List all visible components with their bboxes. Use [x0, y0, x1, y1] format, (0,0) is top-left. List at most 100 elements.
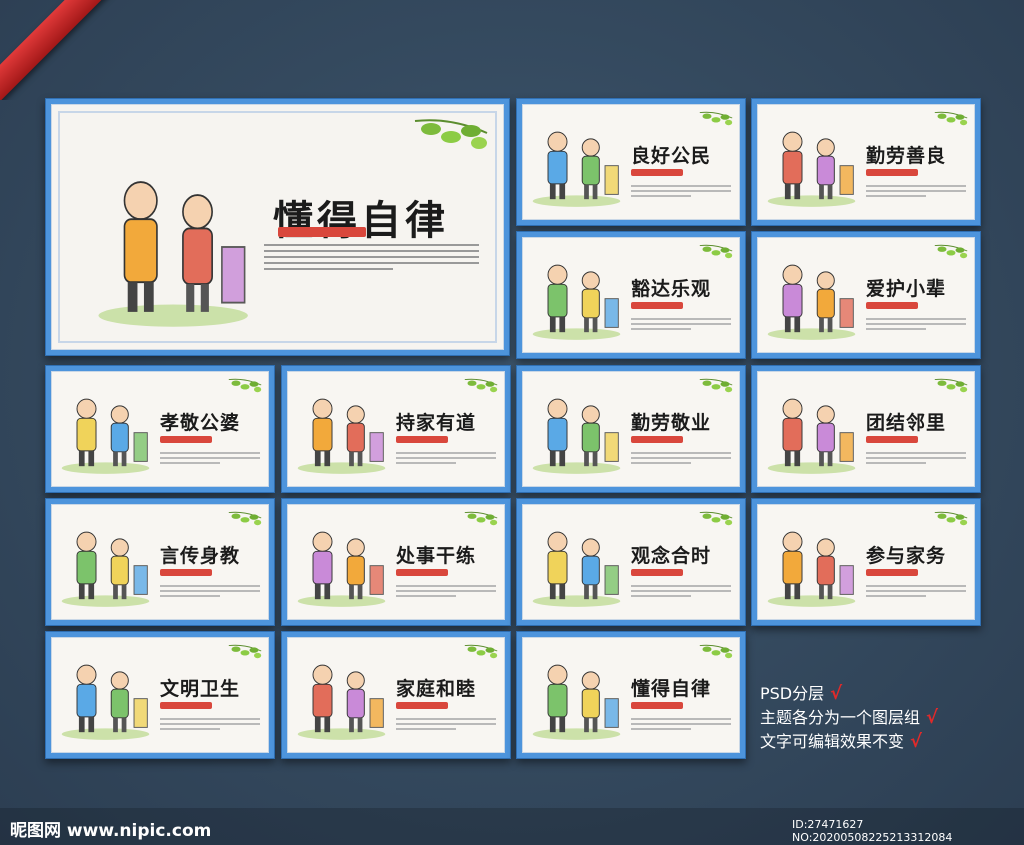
poster-canvas: 家庭和睦	[287, 637, 505, 753]
subtitle-bar	[631, 568, 683, 576]
subtitle-bar	[396, 701, 448, 709]
poster-canvas: 懂得自律	[51, 104, 504, 350]
body-text-lines	[631, 717, 731, 733]
poster-canvas: 豁达乐观	[522, 237, 740, 353]
cartoon-illustration	[767, 531, 856, 607]
body-text-lines	[263, 244, 479, 274]
check-icon: √	[830, 683, 843, 704]
poster-panel[interactable]: 勤劳敬业	[516, 365, 746, 493]
poster-title: 家庭和睦	[396, 678, 477, 701]
corner-ribbon	[0, 0, 120, 100]
poster-panel[interactable]: 良好公民	[516, 98, 746, 226]
leaf-icon	[699, 511, 733, 526]
subtitle-bar	[396, 435, 448, 443]
cartoon-illustration	[297, 398, 386, 474]
subtitle-bar	[631, 701, 683, 709]
note-text: 主题各分为一个图层组	[760, 708, 921, 727]
body-text-lines	[866, 317, 966, 333]
poster-canvas: 孝敬公婆	[51, 371, 269, 487]
cartoon-illustration	[61, 531, 150, 607]
cartoon-illustration	[767, 264, 856, 340]
leaf-icon	[699, 111, 733, 126]
poster-panel[interactable]: 勤劳善良	[751, 98, 981, 226]
poster-panel[interactable]: 懂得自律	[45, 98, 510, 356]
poster-canvas: 参与家务	[757, 504, 975, 620]
cartoon-illustration	[297, 664, 386, 740]
leaf-icon	[228, 644, 262, 659]
cartoon-illustration	[61, 664, 150, 740]
note-row: PSD分层 √	[760, 682, 938, 706]
body-text-lines	[160, 584, 260, 600]
body-text-lines	[631, 184, 731, 200]
leaf-icon	[464, 378, 498, 393]
poster-panel[interactable]: 处事干练	[281, 498, 511, 626]
poster-canvas: 勤劳敬业	[522, 371, 740, 487]
body-text-lines	[396, 451, 496, 467]
poster-title: 处事干练	[396, 545, 477, 568]
poster-canvas: 处事干练	[287, 504, 505, 620]
body-text-lines	[396, 584, 496, 600]
poster-canvas: 言传身教	[51, 504, 269, 620]
cartoon-illustration	[98, 181, 248, 327]
poster-title: 观念合时	[631, 545, 712, 568]
subtitle-bar	[631, 168, 683, 176]
feature-notes: PSD分层 √ 主题各分为一个图层组 √ 文字可编辑效果不变 √	[760, 682, 938, 754]
subtitle-bar	[277, 227, 366, 237]
body-text-lines	[396, 717, 496, 733]
poster-panel[interactable]: 爱护小辈	[751, 231, 981, 359]
poster-title: 言传身教	[160, 545, 241, 568]
body-text-lines	[631, 451, 731, 467]
poster-canvas: 持家有道	[287, 371, 505, 487]
poster-title: 懂得自律	[272, 196, 449, 244]
body-text-lines	[631, 584, 731, 600]
cartoon-illustration	[767, 398, 856, 474]
poster-panel[interactable]: 孝敬公婆	[45, 365, 275, 493]
note-text: PSD分层	[760, 684, 825, 703]
leaf-icon	[934, 111, 968, 126]
poster-title: 持家有道	[396, 412, 477, 435]
image-id: ID:27471627 NO:20200508225213312084	[792, 818, 953, 844]
subtitle-bar	[866, 301, 918, 309]
poster-panel[interactable]: 懂得自律	[516, 631, 746, 759]
poster-title: 豁达乐观	[631, 278, 712, 301]
cartoon-illustration	[532, 664, 621, 740]
subtitle-bar	[866, 435, 918, 443]
poster-title: 爱护小辈	[866, 278, 947, 301]
poster-panel[interactable]: 团结邻里	[751, 365, 981, 493]
poster-panel[interactable]: 文明卫生	[45, 631, 275, 759]
subtitle-bar	[631, 301, 683, 309]
poster-panel[interactable]: 参与家务	[751, 498, 981, 626]
poster-panel[interactable]: 观念合时	[516, 498, 746, 626]
poster-title: 懂得自律	[631, 678, 712, 701]
note-row: 文字可编辑效果不变 √	[760, 730, 938, 754]
leaf-icon	[699, 244, 733, 259]
poster-canvas: 勤劳善良	[757, 104, 975, 220]
poster-canvas: 观念合时	[522, 504, 740, 620]
poster-title: 孝敬公婆	[160, 412, 241, 435]
subtitle-bar	[866, 568, 918, 576]
leaf-icon	[934, 378, 968, 393]
poster-panel[interactable]: 豁达乐观	[516, 231, 746, 359]
poster-canvas: 良好公民	[522, 104, 740, 220]
leaf-icon	[228, 511, 262, 526]
leaf-icon	[414, 119, 488, 149]
cartoon-illustration	[532, 531, 621, 607]
poster-panel[interactable]: 持家有道	[281, 365, 511, 493]
poster-panel[interactable]: 家庭和睦	[281, 631, 511, 759]
poster-canvas: 文明卫生	[51, 637, 269, 753]
subtitle-bar	[396, 568, 448, 576]
poster-canvas: 爱护小辈	[757, 237, 975, 353]
body-text-lines	[160, 451, 260, 467]
leaf-icon	[464, 511, 498, 526]
leaf-icon	[464, 644, 498, 659]
cartoon-illustration	[532, 131, 621, 207]
body-text-lines	[631, 317, 731, 333]
cartoon-illustration	[767, 131, 856, 207]
body-text-lines	[866, 584, 966, 600]
subtitle-bar	[866, 168, 918, 176]
cartoon-illustration	[532, 264, 621, 340]
cartoon-illustration	[61, 398, 150, 474]
poster-title: 良好公民	[631, 145, 712, 168]
poster-panel[interactable]: 言传身教	[45, 498, 275, 626]
site-logo[interactable]: 昵图网 www.nipic.com	[10, 816, 211, 841]
